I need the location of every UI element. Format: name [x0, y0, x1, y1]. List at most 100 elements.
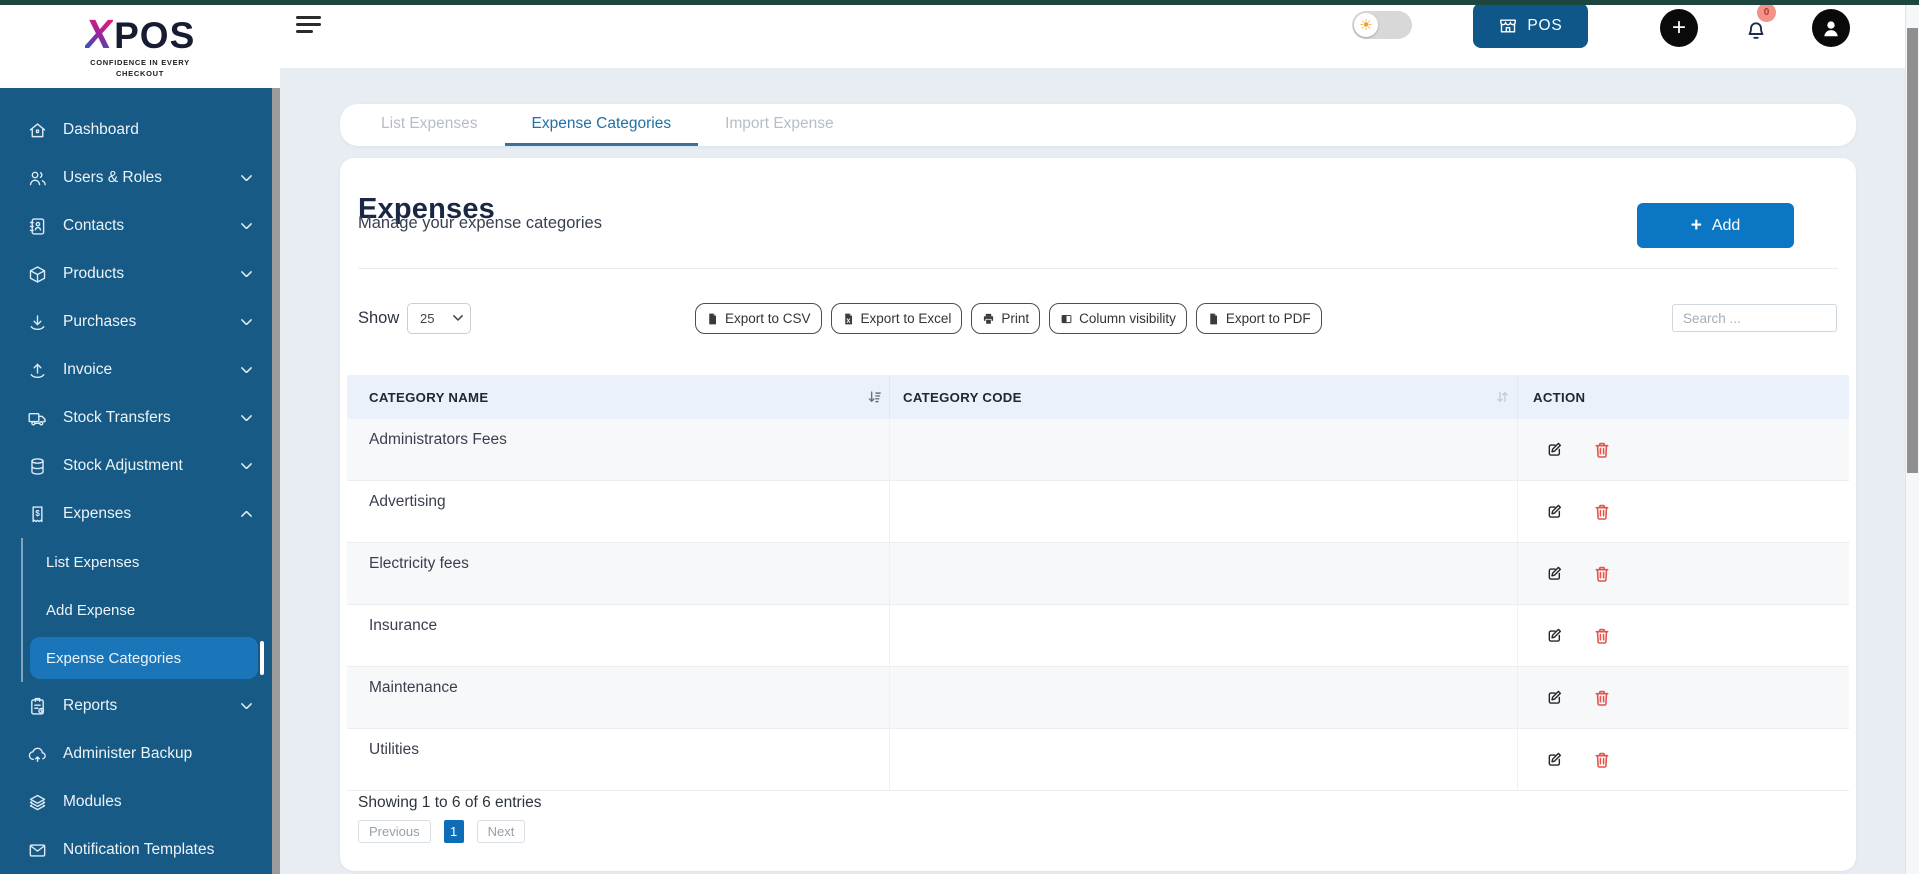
- page-size-select[interactable]: 25: [407, 303, 471, 334]
- tab[interactable]: List Expenses: [354, 104, 505, 146]
- edit-button[interactable]: [1545, 750, 1565, 770]
- delete-button[interactable]: [1592, 564, 1612, 584]
- search-input[interactable]: [1672, 304, 1837, 332]
- sidebar-item[interactable]: Purchases: [0, 298, 272, 346]
- sidebar-item-label: Users & Roles: [63, 169, 226, 187]
- column-header-category-code[interactable]: CATEGORY CODE: [890, 375, 1518, 419]
- cell-action: [1518, 481, 1849, 542]
- sidebar-item[interactable]: Expense Categories: [0, 634, 272, 682]
- sidebar-item[interactable]: Users & Roles: [0, 154, 272, 202]
- sidebar-item[interactable]: Administer Backup: [0, 730, 272, 778]
- notification-badge: 0: [1757, 3, 1776, 22]
- svg-text:$: $: [35, 508, 40, 517]
- column-header-category-name[interactable]: CATEGORY NAME: [347, 375, 890, 419]
- add-button[interactable]: + Add: [1637, 203, 1794, 248]
- export-toolbar: Export to CSV Export to Excel Print Colu…: [695, 303, 1322, 334]
- export-button[interactable]: Column visibility: [1049, 303, 1187, 334]
- page-number-button[interactable]: 1: [444, 820, 464, 843]
- sidebar-item[interactable]: Stock Adjustment: [0, 442, 272, 490]
- quick-add-button[interactable]: +: [1660, 9, 1698, 47]
- hamburger-menu-button[interactable]: [296, 16, 322, 38]
- next-button[interactable]: Next: [477, 820, 526, 843]
- delete-button[interactable]: [1592, 626, 1612, 646]
- cell-action: [1518, 605, 1849, 666]
- divider: [358, 268, 1838, 269]
- scrollbar-thumb[interactable]: [1907, 28, 1918, 473]
- pos-button[interactable]: POS: [1473, 3, 1588, 48]
- delete-button[interactable]: [1592, 750, 1612, 770]
- delete-button[interactable]: [1592, 502, 1612, 522]
- profile-button[interactable]: [1812, 9, 1850, 47]
- plus-icon: +: [1691, 216, 1702, 235]
- tab[interactable]: Expense Categories: [505, 104, 699, 146]
- sidebar-item[interactable]: Modules: [0, 778, 272, 826]
- sidebar-item-label: Add Expense: [46, 602, 252, 619]
- sidebar-item[interactable]: $ Expenses: [0, 490, 272, 538]
- sidebar-scrollbar[interactable]: [272, 88, 280, 874]
- edit-button[interactable]: [1545, 502, 1565, 522]
- table-row: Administrators Fees: [347, 419, 1849, 481]
- sidebar-item[interactable]: Reports: [0, 682, 272, 730]
- edit-button[interactable]: [1545, 440, 1565, 460]
- content-area: List ExpensesExpense CategoriesImport Ex…: [280, 68, 1906, 874]
- file-pdf-icon: [1207, 312, 1220, 326]
- table-body: Administrators Fees Advertising: [347, 419, 1849, 791]
- sidebar-item[interactable]: List Expenses: [0, 538, 272, 586]
- edit-button[interactable]: [1545, 688, 1565, 708]
- sidebar-item[interactable]: Stock Transfers: [0, 394, 272, 442]
- chevron-down-icon: [241, 510, 252, 518]
- sidebar-item-label: Invoice: [63, 361, 226, 379]
- table-row: Advertising: [347, 481, 1849, 543]
- cell-category-name: Maintenance: [347, 667, 890, 728]
- chevron-down-icon: [241, 366, 252, 374]
- cell-category-name: Insurance: [347, 605, 890, 666]
- notifications-button[interactable]: 0: [1738, 13, 1768, 45]
- export-button[interactable]: Export to PDF: [1196, 303, 1322, 334]
- sidebar-item[interactable]: Products: [0, 250, 272, 298]
- chevron-down-icon: [241, 174, 252, 182]
- edit-button[interactable]: [1545, 564, 1565, 584]
- tab[interactable]: Import Expense: [698, 104, 861, 146]
- chevron-down-icon: [241, 318, 252, 326]
- chevron-down-icon: [241, 462, 252, 470]
- sidebar-item-label: Contacts: [63, 217, 226, 235]
- sidebar-item-label: Expenses: [63, 505, 226, 523]
- truck-icon: [27, 408, 48, 429]
- page-scrollbar[interactable]: [1905, 5, 1919, 874]
- sidebar-item-label: Administer Backup: [63, 745, 252, 763]
- sidebar-item-label: List Expenses: [46, 554, 252, 571]
- theme-toggle[interactable]: ☀: [1352, 11, 1412, 39]
- store-icon: [1498, 16, 1518, 36]
- cloud-upload-icon: [27, 744, 48, 765]
- cell-action: [1518, 419, 1849, 480]
- export-button[interactable]: Export to Excel: [831, 303, 963, 334]
- tabs-bar: List ExpensesExpense CategoriesImport Ex…: [340, 104, 1856, 146]
- table-row: Maintenance: [347, 667, 1849, 729]
- sidebar-item[interactable]: Invoice: [0, 346, 272, 394]
- sidebar-item-label: Products: [63, 265, 226, 283]
- sidebar-item[interactable]: Contacts: [0, 202, 272, 250]
- printer-icon: [982, 312, 995, 326]
- sun-icon: ☀: [1359, 18, 1372, 33]
- export-button[interactable]: Print: [971, 303, 1040, 334]
- app-logo: XPOS CONFIDENCE IN EVERY CHECKOUT: [0, 5, 280, 88]
- cell-category-code: [890, 729, 1518, 790]
- sidebar-item-label: Expense Categories: [46, 650, 252, 667]
- sidebar-item[interactable]: Dashboard: [0, 106, 272, 154]
- report-icon: [27, 696, 48, 717]
- box-icon: [27, 264, 48, 285]
- edit-button[interactable]: [1545, 626, 1565, 646]
- delete-button[interactable]: [1592, 688, 1612, 708]
- sidebar-item-label: Stock Transfers: [63, 409, 226, 427]
- table-header: CATEGORY NAME CATEGORY CODE ACTION: [347, 375, 1849, 419]
- user-icon: [1818, 15, 1844, 41]
- export-button[interactable]: Export to CSV: [695, 303, 822, 334]
- sidebar-item[interactable]: Add Expense: [0, 586, 272, 634]
- sidebar-item[interactable]: Notification Templates: [0, 826, 272, 874]
- cell-action: [1518, 667, 1849, 728]
- file-excel-icon: [842, 312, 855, 326]
- previous-button[interactable]: Previous: [358, 820, 431, 843]
- chevron-down-icon: [241, 414, 252, 422]
- delete-button[interactable]: [1592, 440, 1612, 460]
- top-accent-line: [0, 0, 1919, 5]
